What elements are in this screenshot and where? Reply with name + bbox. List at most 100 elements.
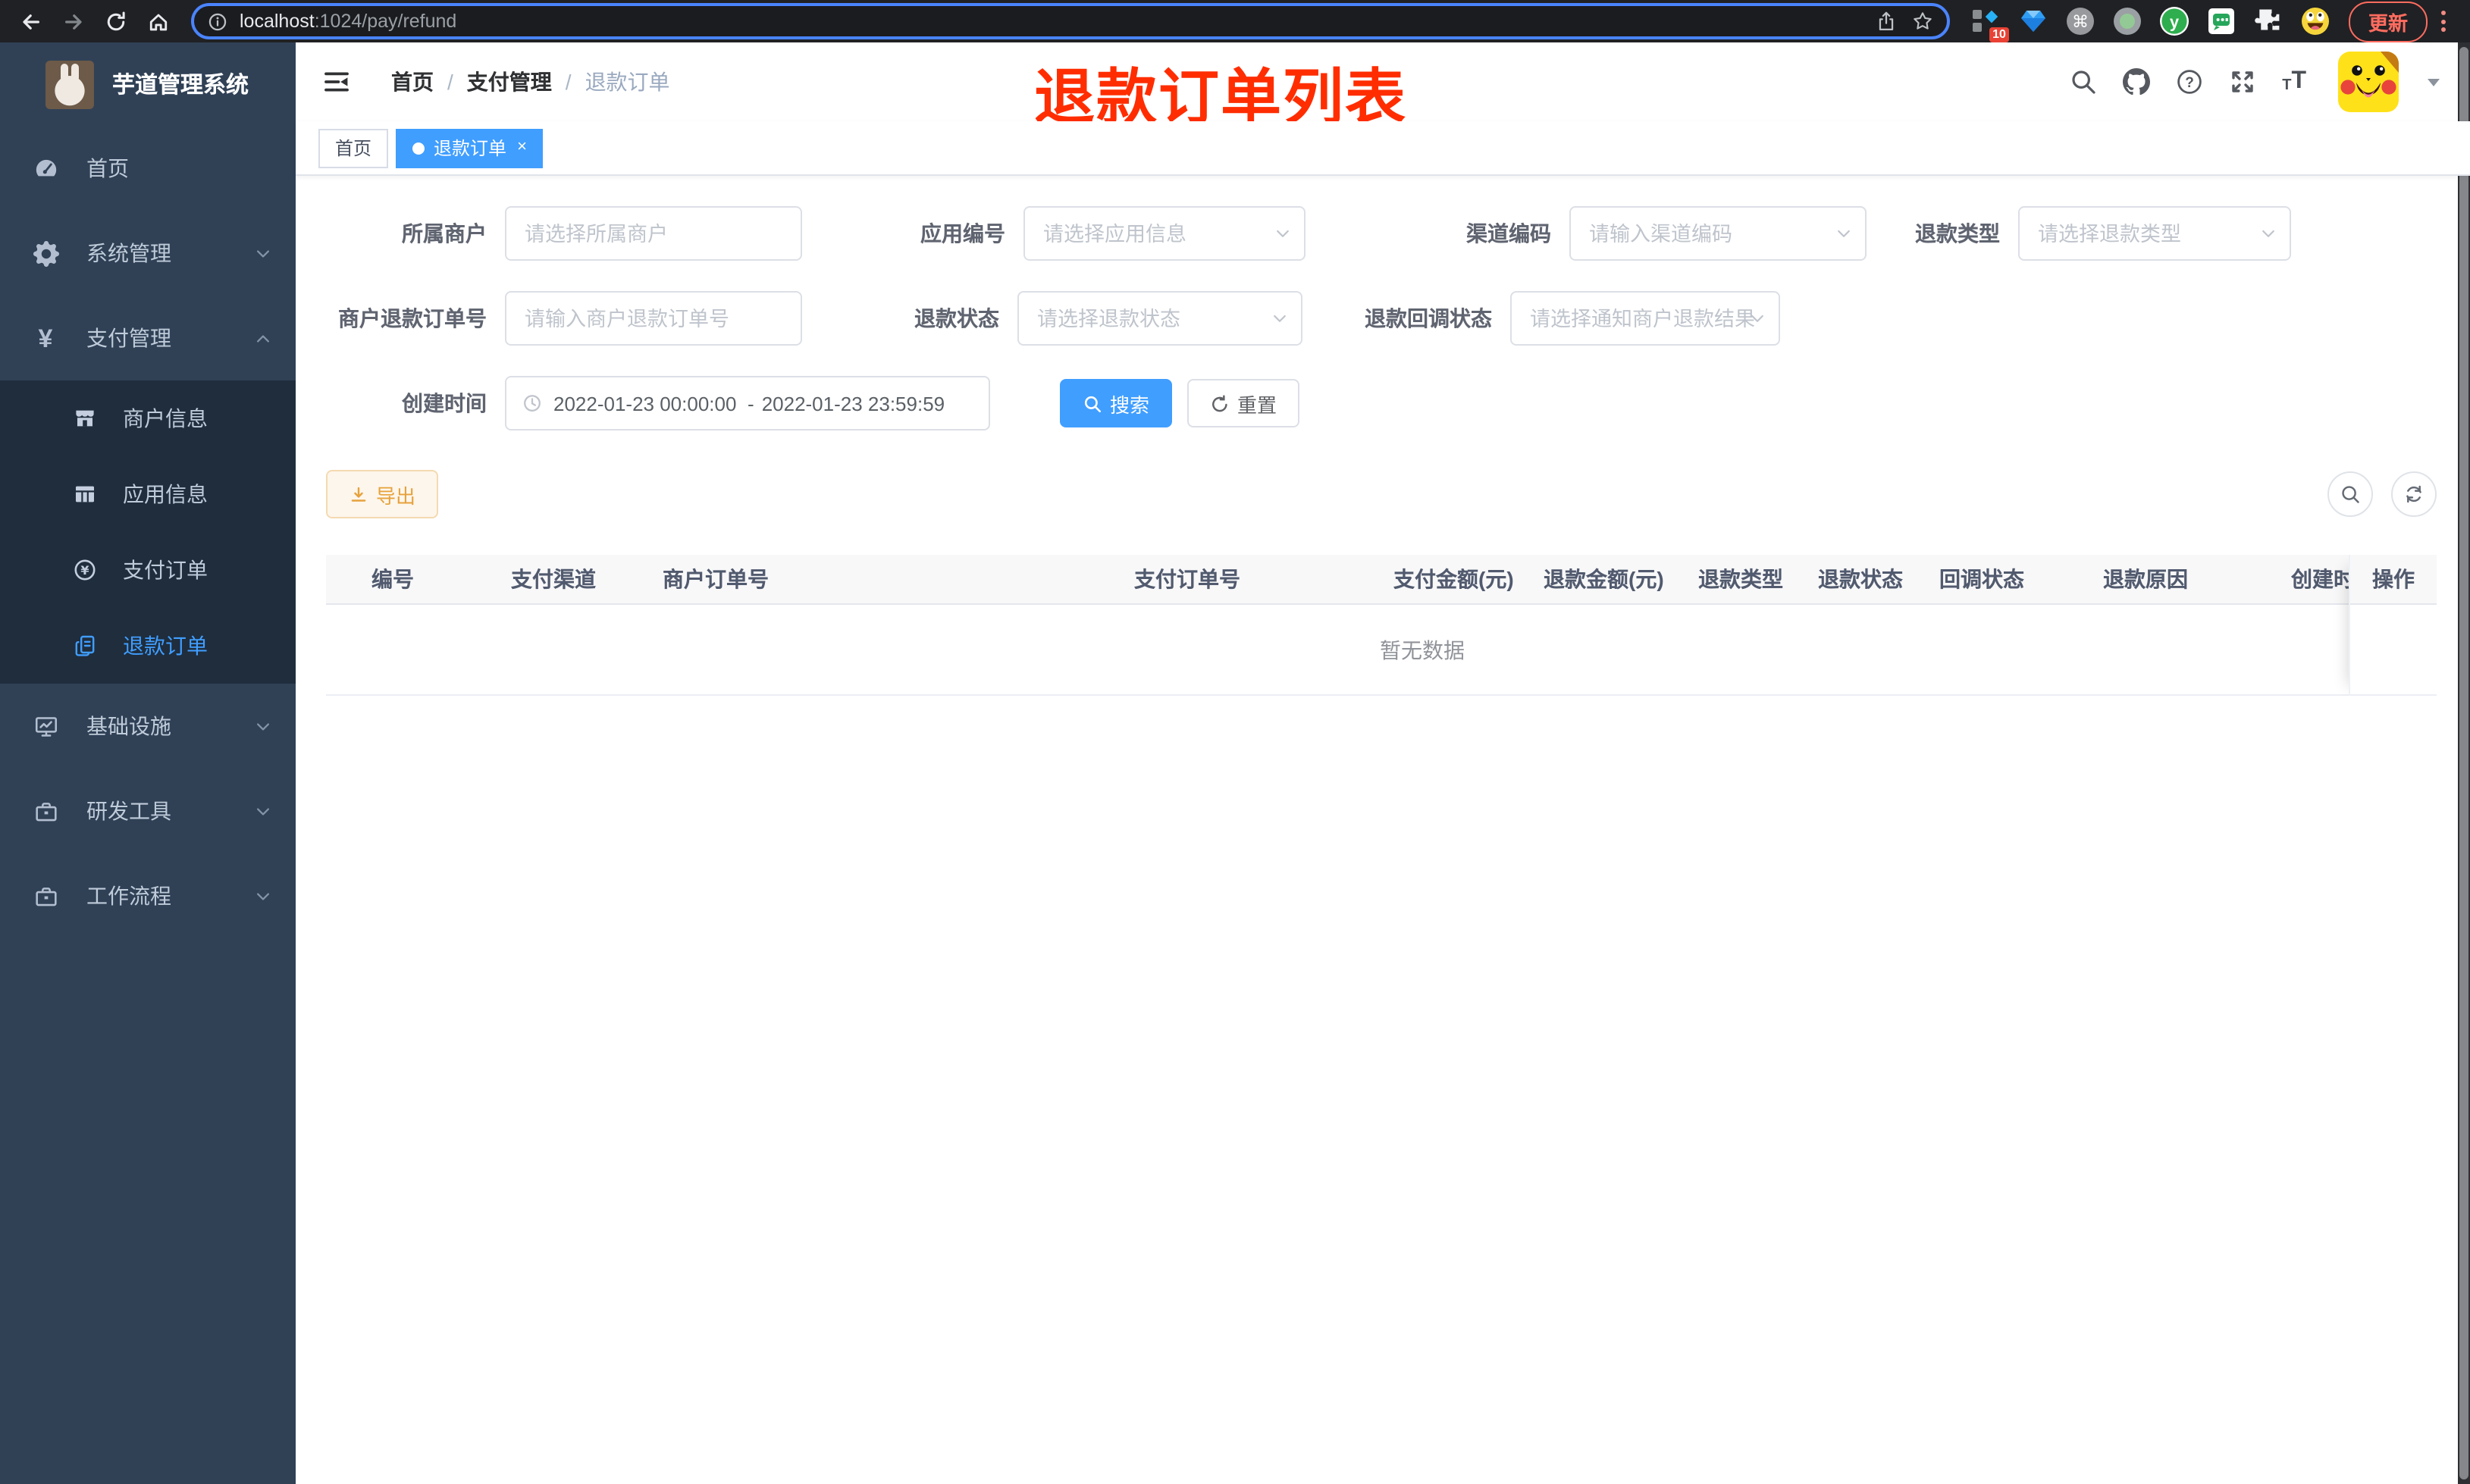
page-scrollbar[interactable] (2458, 42, 2470, 1484)
refund-type-select[interactable] (2018, 206, 2291, 261)
sidebar-logo-row[interactable]: 芋道管理系统 (0, 42, 296, 126)
sidebar-item-label: 支付订单 (123, 558, 208, 582)
store-icon (71, 406, 99, 430)
refund-status-input[interactable] (1017, 291, 1302, 346)
browser-menu-icon[interactable] (2441, 11, 2446, 32)
address-bar[interactable]: localhost:1024/pay/refund (191, 3, 1950, 39)
extension-command-icon[interactable]: ⌘ (2065, 6, 2095, 36)
extension-y-icon[interactable]: y (2159, 6, 2189, 36)
merchant-select[interactable] (505, 206, 802, 261)
browser-home-button[interactable] (139, 3, 176, 39)
sidebar-item-system[interactable]: 系统管理 (0, 211, 296, 296)
document-copy-icon (71, 634, 99, 658)
search-form-row-3: 创建时间 2022-01-23 00:00:00 - 2022-01-23 23… (326, 376, 2437, 430)
channel-input[interactable] (1569, 206, 1867, 261)
extensions-puzzle-icon[interactable] (2253, 6, 2283, 36)
field-label: 应用编号 (920, 221, 1005, 246)
column-header: 退款类型 (1698, 567, 1783, 591)
reset-button[interactable]: 重置 (1187, 379, 1300, 427)
refresh-button[interactable] (2391, 471, 2437, 517)
table-header-row: 编号 支付渠道 商户订单号 支付订单号 支付金额(元) 退款金额(元) 退款类型… (326, 555, 2437, 605)
app-select[interactable] (1023, 206, 1306, 261)
pay-submenu: 商户信息 应用信息 ¥ 支付订单 退款订单 (0, 380, 296, 684)
extension-proxy-icon[interactable] (2112, 6, 2142, 36)
site-info-icon[interactable] (208, 11, 227, 31)
create-time-range-picker[interactable]: 2022-01-23 00:00:00 - 2022-01-23 23:59:5… (505, 376, 990, 430)
tag-home[interactable]: 首页 (318, 128, 389, 167)
table-settings (2327, 471, 2437, 517)
extension-chat-icon[interactable] (2206, 6, 2236, 36)
breadcrumb-pay[interactable]: 支付管理 (467, 67, 552, 97)
font-size-icon[interactable]: TT (2282, 69, 2306, 94)
field-label: 商户退款订单号 (338, 306, 487, 330)
avatar[interactable] (2338, 52, 2399, 112)
sidebar-collapse-icon[interactable] (321, 67, 352, 97)
callback-status-input[interactable] (1510, 291, 1780, 346)
help-icon[interactable]: ? (2176, 68, 2203, 95)
chevron-down-icon (1748, 309, 1766, 327)
channel-select[interactable] (1569, 206, 1867, 261)
scrollbar-thumb[interactable] (2459, 47, 2468, 1479)
merchant-refund-no-field[interactable] (505, 291, 802, 346)
svg-text:⌘: ⌘ (2072, 13, 2089, 32)
sidebar-item-dev-tools[interactable]: 研发工具 (0, 769, 296, 853)
refund-type-input[interactable] (2018, 206, 2291, 261)
date-separator: - (748, 392, 754, 415)
active-dot (412, 142, 425, 154)
sidebar-item-app-info[interactable]: 应用信息 (0, 456, 296, 532)
bookmark-star-icon[interactable] (1912, 11, 1933, 32)
page: localhost:1024/pay/refund 10 ⌘ y 更新 芋道管理… (0, 0, 2470, 1484)
avatar-dropdown-caret[interactable] (2428, 78, 2440, 86)
search-icon[interactable] (2070, 68, 2097, 95)
field-label: 所属商户 (402, 221, 487, 246)
date-end[interactable]: 2022-01-23 23:59:59 (762, 392, 948, 415)
fullscreen-icon[interactable] (2229, 68, 2256, 95)
sidebar-item-merchant-info[interactable]: 商户信息 (0, 380, 296, 456)
chevron-down-icon (1274, 224, 1292, 243)
export-button[interactable]: 导出 (326, 470, 439, 518)
hide-search-button[interactable] (2327, 471, 2373, 517)
merchant-input[interactable] (505, 206, 802, 261)
sidebar-item-refund-order[interactable]: 退款订单 (0, 608, 296, 684)
refund-status-select[interactable] (1017, 291, 1302, 346)
url-host: localhost (240, 11, 315, 32)
url-path: :1024/pay/refund (314, 11, 457, 32)
field-label: 退款状态 (914, 306, 999, 330)
tag-close-icon[interactable]: × (517, 139, 527, 156)
refund-table: 编号 支付渠道 商户订单号 支付订单号 支付金额(元) 退款金额(元) 退款类型… (326, 555, 2437, 696)
sidebar-item-home[interactable]: 首页 (0, 126, 296, 211)
field-label: 渠道编码 (1466, 221, 1551, 246)
browser-forward-button[interactable] (55, 3, 91, 39)
sidebar-item-label: 退款订单 (123, 634, 208, 658)
sidebar-item-infrastructure[interactable]: 基础设施 (0, 684, 296, 769)
sidebar-item-label: 应用信息 (123, 482, 208, 506)
extension-tabs-icon[interactable]: 10 (1971, 6, 2009, 42)
tag-refund-order[interactable]: 退款订单 × (396, 128, 544, 167)
sidebar: 芋道管理系统 首页 系统管理 ¥ 支付管理 商户信息 应用信息 ¥ 支付订单 退… (0, 42, 296, 1484)
column-header: 支付订单号 (1134, 567, 1240, 591)
github-icon[interactable] (2123, 68, 2151, 95)
url-text[interactable]: localhost:1024/pay/refund (240, 11, 1876, 32)
sidebar-item-pay[interactable]: ¥ 支付管理 (0, 296, 296, 380)
column-header: 退款原因 (2103, 567, 2188, 591)
search-form-row-2: 商户退款订单号 退款状态 退款回调状态 (326, 291, 2437, 346)
extension-emoji-icon[interactable] (2300, 6, 2331, 36)
chevron-down-icon (255, 888, 271, 904)
navbar-actions: ? TT (2070, 52, 2440, 112)
main-area: 首页 / 支付管理 / 退款订单 退款订单列表 ? T T 首页 退款订单 × … (296, 42, 2470, 1484)
date-start[interactable]: 2022-01-23 00:00:00 (553, 392, 740, 415)
merchant-refund-no-input[interactable] (505, 291, 802, 346)
sidebar-item-workflow[interactable]: 工作流程 (0, 853, 296, 938)
clock-icon (522, 393, 543, 414)
search-button[interactable]: 搜索 (1060, 379, 1173, 427)
breadcrumb-home[interactable]: 首页 (391, 67, 434, 97)
browser-update-button[interactable]: 更新 (2348, 1, 2428, 42)
callback-status-select[interactable] (1510, 291, 1780, 346)
sidebar-item-pay-order[interactable]: ¥ 支付订单 (0, 532, 296, 608)
share-icon[interactable] (1876, 11, 1897, 32)
extension-gem-icon[interactable] (2018, 6, 2048, 36)
app-input[interactable] (1023, 206, 1306, 261)
browser-reload-button[interactable] (97, 3, 133, 39)
browser-back-button[interactable] (12, 3, 49, 39)
monitor-icon (30, 713, 61, 739)
